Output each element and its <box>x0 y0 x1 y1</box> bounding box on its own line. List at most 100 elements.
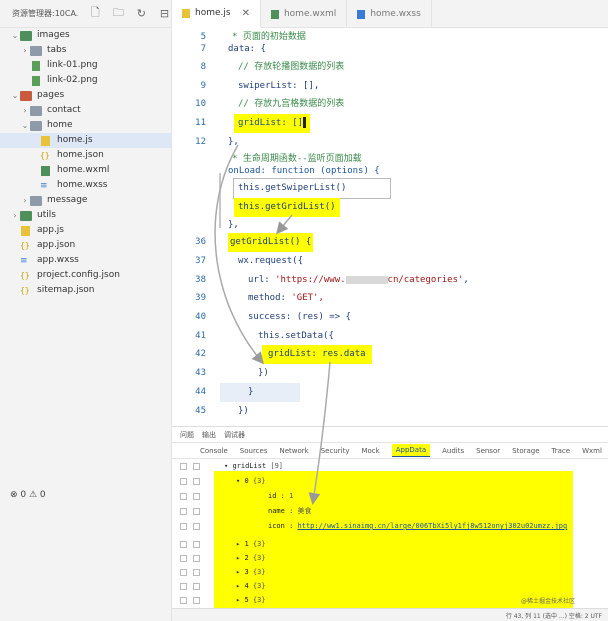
tree-item-link-01-png[interactable]: link-01.png <box>0 58 171 73</box>
chevron-icon[interactable]: ⌄ <box>10 28 20 43</box>
expand-arrow-icon[interactable]: ▾ <box>224 459 228 474</box>
row-checkbox[interactable] <box>193 555 200 562</box>
tree-item-label: message <box>47 195 88 205</box>
tree-item-home-wxss[interactable]: ≡ home.wxss <box>0 178 171 193</box>
devtools-tab-storage[interactable]: Storage <box>512 447 539 455</box>
new-file-icon[interactable]: 🗋 <box>89 6 102 21</box>
chevron-icon[interactable]: › <box>20 103 30 118</box>
data-row[interactable]: icon : http://ww1.sinaimg.cn/large/006Tb… <box>180 519 567 534</box>
new-folder-icon[interactable]: 🗀 <box>112 6 125 21</box>
wxml-file-icon <box>41 165 50 176</box>
tree-item-home-wxml[interactable]: home.wxml <box>0 163 171 178</box>
row-checkbox[interactable] <box>193 493 200 500</box>
tree-item-message[interactable]: › message <box>0 193 171 208</box>
data-row[interactable]: id : 1 <box>180 489 293 504</box>
collapse-icon[interactable]: ⊟ <box>158 7 171 21</box>
devtools-tab-network[interactable]: Network <box>280 447 309 455</box>
tree-item-home-json[interactable]: {} home.json <box>0 148 171 163</box>
row-checkbox[interactable] <box>180 569 187 576</box>
devtools-tab-sources[interactable]: Sources <box>240 447 268 455</box>
row-checkbox[interactable] <box>193 523 200 530</box>
tree-item-images[interactable]: ⌄ images <box>0 28 171 43</box>
row-checkbox[interactable] <box>193 508 200 515</box>
devtools-tab-sensor[interactable]: Sensor <box>476 447 500 455</box>
row-checkbox[interactable] <box>180 555 187 562</box>
code-editor[interactable]: 5 * 页面的初始数据 7 data: { 8// 存放轮播图数据的列表 9 swip… <box>172 28 608 426</box>
data-row[interactable]: ▸ 3 {3} <box>180 565 266 580</box>
line-number: 44 <box>195 387 206 397</box>
row-checkbox[interactable] <box>180 541 187 548</box>
problems-counter[interactable]: ⊗ 0 ⚠ 0 <box>10 490 46 500</box>
chevron-icon[interactable]: › <box>10 208 20 223</box>
row-checkbox[interactable] <box>180 508 187 515</box>
tab-home-wxml[interactable]: home.wxml <box>261 0 348 28</box>
devtools-top-tab[interactable]: 输出 <box>202 430 216 440</box>
devtools-tab-audits[interactable]: Audits <box>442 447 464 455</box>
row-checkbox[interactable] <box>180 478 187 485</box>
devtools-tab-appdata[interactable]: AppData <box>391 444 431 457</box>
tree-item-project-config-json[interactable]: {} project.config.json <box>0 268 171 283</box>
data-link[interactable]: http://ww1.sinaimg.cn/large/006TbXi5ly1f… <box>298 519 568 534</box>
expand-arrow-icon[interactable]: ▸ <box>236 593 240 608</box>
tree-item-tabs[interactable]: › tabs <box>0 43 171 58</box>
expand-arrow-icon[interactable]: ▾ <box>236 474 240 489</box>
fold-marker <box>219 173 221 228</box>
row-checkbox[interactable] <box>180 583 187 590</box>
devtools-top-tab[interactable]: 调试器 <box>224 430 245 440</box>
tree-item-utils[interactable]: › utils <box>0 208 171 223</box>
row-checkbox[interactable] <box>193 569 200 576</box>
tree-item-label: sitemap.json <box>37 285 95 295</box>
data-row[interactable]: ▸ 2 {3} <box>180 551 266 566</box>
row-checkbox[interactable] <box>193 583 200 590</box>
data-row[interactable]: name : 美食 <box>180 504 312 519</box>
data-row[interactable]: ▸ 5 {3} <box>180 593 266 608</box>
close-icon[interactable]: ✕ <box>242 8 250 19</box>
data-value: {3} <box>252 582 266 590</box>
tree-item-sitemap-json[interactable]: {} sitemap.json <box>0 283 171 298</box>
tree-item-home-js[interactable]: home.js <box>0 133 171 148</box>
tree-item-label: link-02.png <box>47 75 98 85</box>
line-number: 45 <box>195 406 206 416</box>
row-checkbox[interactable] <box>180 597 187 604</box>
row-checkbox[interactable] <box>180 523 187 530</box>
devtools-tab-console[interactable]: Console <box>200 447 228 455</box>
tab-home-js[interactable]: home.js ✕ <box>172 0 261 28</box>
chevron-icon[interactable]: › <box>20 193 30 208</box>
expand-arrow-icon[interactable]: ▸ <box>236 551 240 566</box>
devtools-tab-trace[interactable]: Trace <box>552 447 571 455</box>
expand-arrow-icon[interactable]: ▸ <box>236 579 240 594</box>
tree-item-home[interactable]: ⌄ home <box>0 118 171 133</box>
devtools-top-tab[interactable]: 问题 <box>180 430 194 440</box>
row-checkbox[interactable] <box>193 597 200 604</box>
data-row[interactable]: ▾ 0 {3} <box>180 474 266 489</box>
devtools-tab-mock[interactable]: Mock <box>361 447 379 455</box>
chevron-icon[interactable]: ⌄ <box>10 88 20 103</box>
chevron-icon[interactable]: › <box>20 43 30 58</box>
line-number: 7 <box>200 44 206 54</box>
data-row[interactable]: ▸ 1 {3} <box>180 537 266 552</box>
devtools-tab-wxml[interactable]: Wxml <box>582 447 602 455</box>
tree-item-app-js[interactable]: app.js <box>0 223 171 238</box>
data-row[interactable]: ▾ gridList [9] <box>180 459 283 474</box>
tree-item-pages[interactable]: ⌄ pages <box>0 88 171 103</box>
refresh-icon[interactable]: ↻ <box>135 7 148 21</box>
expand-arrow-icon[interactable]: ▸ <box>236 537 240 552</box>
row-checkbox[interactable] <box>193 463 200 470</box>
row-checkbox[interactable] <box>180 463 187 470</box>
tab-home-wxss[interactable]: home.wxss <box>347 0 432 28</box>
status-text: 行 43, 列 11 (选中 ...) 空格: 2 UTF <box>505 613 602 620</box>
tree-item-app-json[interactable]: {} app.json <box>0 238 171 253</box>
devtools-tab-security[interactable]: Security <box>321 447 350 455</box>
row-checkbox[interactable] <box>193 478 200 485</box>
tree-item-app-wxss[interactable]: ≡ app.wxss <box>0 253 171 268</box>
tree-item-contact[interactable]: › contact <box>0 103 171 118</box>
chevron-icon[interactable]: ⌄ <box>20 118 30 133</box>
expand-arrow-icon[interactable]: ▸ <box>236 565 240 580</box>
folder-icon <box>20 90 32 101</box>
data-row[interactable]: ▸ 4 {3} <box>180 579 266 594</box>
code-line: } <box>248 387 254 397</box>
row-checkbox[interactable] <box>180 493 187 500</box>
row-checkbox[interactable] <box>193 541 200 548</box>
folder-icon <box>30 105 42 116</box>
tree-item-link-02-png[interactable]: link-02.png <box>0 73 171 88</box>
